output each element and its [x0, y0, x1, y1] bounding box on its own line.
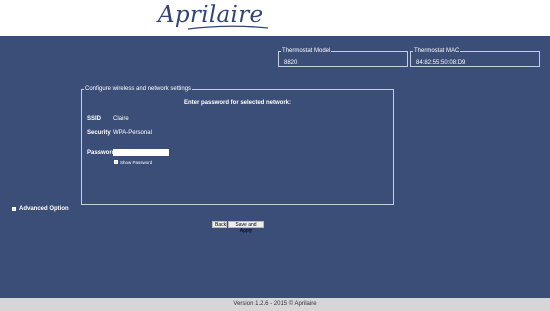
header: Aprilaire — [0, 0, 550, 36]
back-button[interactable]: Back — [212, 221, 227, 228]
advanced-option-label: Advanced Option — [19, 206, 69, 212]
advanced-option-checkbox[interactable] — [12, 207, 16, 211]
thermostat-model-value: 8820 — [284, 60, 298, 66]
logo-text: Aprilaire — [158, 2, 264, 28]
thermostat-mac-box: Thermostat MAC 84:82:55:50:08:D9 — [410, 48, 540, 67]
security-value: WPA-Personal — [113, 130, 152, 136]
save-and-apply-button[interactable]: Save and Apply — [228, 221, 264, 234]
password-input[interactable] — [113, 149, 169, 156]
footer: Version 1.2.6 - 2015 © Aprilaire — [0, 298, 550, 311]
thermostat-mac-legend: Thermostat MAC — [414, 48, 460, 54]
ssid-value: Claire — [113, 116, 129, 122]
thermostat-mac-value: 84:82:55:50:08:D9 — [416, 60, 466, 66]
thermostat-model-box: Thermostat Model 8820 — [278, 48, 408, 67]
wireless-settings-box: Configure wireless and network settings … — [81, 86, 394, 205]
password-prompt-title: Enter password for selected network: — [183, 100, 292, 106]
thermostat-model-legend: Thermostat Model — [282, 48, 331, 54]
show-password-label: Show Password — [120, 160, 153, 165]
aprilaire-logo: Aprilaire — [158, 4, 268, 32]
show-password-checkbox[interactable] — [114, 160, 118, 164]
password-label: Password — [87, 150, 116, 156]
ssid-label: SSID — [87, 116, 102, 122]
footer-version-text: Version 1.2.6 - 2015 © Aprilaire — [233, 301, 317, 307]
security-label: Security — [87, 130, 111, 136]
wireless-settings-legend: Configure wireless and network settings — [85, 86, 192, 92]
